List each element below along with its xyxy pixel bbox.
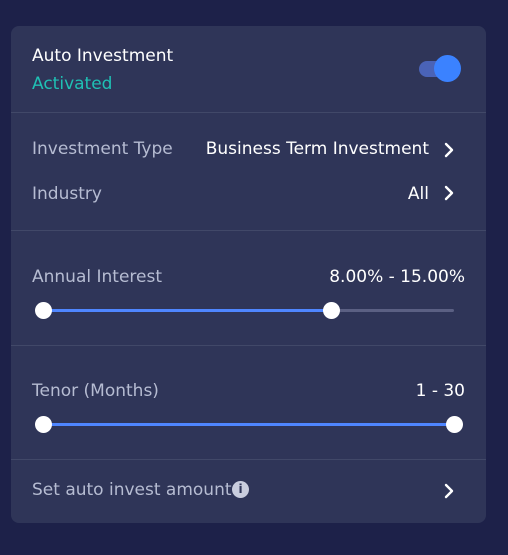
info-icon[interactable]: i — [232, 481, 249, 498]
chevron-right-icon[interactable] — [440, 141, 458, 159]
slider-end-handle[interactable] — [446, 416, 463, 433]
divider — [11, 459, 486, 460]
auto-invest-amount-label[interactable]: Set auto invest amount — [32, 480, 232, 500]
auto-investment-title: Auto Investment — [32, 46, 174, 66]
investment-type-value[interactable]: Business Term Investment — [206, 139, 429, 159]
auto-investment-toggle[interactable] — [419, 55, 463, 82]
divider — [11, 112, 486, 113]
toggle-knob — [434, 55, 461, 82]
slider-fill — [43, 309, 331, 312]
chevron-right-icon[interactable] — [440, 184, 458, 202]
slider-start-handle[interactable] — [35, 302, 52, 319]
annual-interest-value: 8.00% - 15.00% — [329, 267, 465, 287]
tenor-value: 1 - 30 — [415, 381, 465, 401]
chevron-right-icon[interactable] — [440, 482, 458, 500]
auto-investment-card: Auto Investment Activated Investment Typ… — [11, 26, 486, 523]
auto-investment-status: Activated — [32, 74, 113, 94]
tenor-label: Tenor (Months) — [32, 381, 159, 401]
industry-value[interactable]: All — [408, 184, 429, 204]
investment-type-label: Investment Type — [32, 139, 173, 159]
divider — [11, 230, 486, 231]
slider-fill — [43, 423, 454, 426]
slider-end-handle[interactable] — [322, 302, 340, 319]
slider-start-handle[interactable] — [35, 416, 52, 433]
annual-interest-slider[interactable] — [35, 301, 454, 321]
industry-label: Industry — [32, 184, 102, 204]
tenor-slider[interactable] — [35, 415, 463, 435]
divider — [11, 345, 486, 346]
annual-interest-label: Annual Interest — [32, 267, 163, 287]
